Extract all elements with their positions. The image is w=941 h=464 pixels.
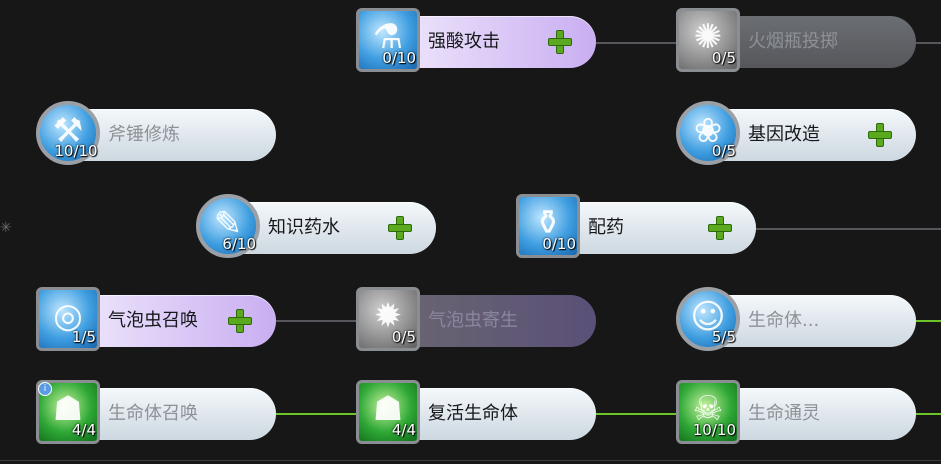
skill-node-revive[interactable]: ☗ 4/4 复活生命体 — [356, 380, 596, 448]
skill-node-spirit[interactable]: ☠ 10/10 生命通灵 — [676, 380, 916, 448]
skill-level: 0/10 — [542, 235, 576, 253]
plus-icon[interactable] — [388, 216, 412, 240]
gear-icon: ✳ — [0, 220, 12, 236]
skill-name: 火烟瓶投掷 — [748, 31, 838, 52]
skill-level: 4/4 — [391, 421, 416, 439]
skill-node-summon-life[interactable]: ☗ i 4/4 生命体召唤 — [36, 380, 276, 448]
skill-level: 5/5 — [711, 328, 736, 346]
skill-node-gene[interactable]: ❀ 0/5 基因改造 — [676, 101, 916, 169]
skill-name: 斧锤修炼 — [108, 124, 180, 145]
plus-icon[interactable] — [708, 216, 732, 240]
skill-level: 0/5 — [391, 328, 416, 346]
connector — [916, 320, 941, 322]
connector — [276, 413, 360, 415]
skill-level: 0/10 — [382, 49, 416, 67]
skill-level: 0/5 — [711, 49, 736, 67]
connector — [916, 413, 941, 415]
connector — [596, 42, 680, 44]
skill-node-fire-bottle[interactable]: ✺ 0/5 火烟瓶投掷 — [676, 8, 916, 76]
plus-icon[interactable] — [548, 30, 572, 54]
skill-name: 气泡虫召唤 — [108, 310, 198, 331]
plus-icon[interactable] — [868, 123, 892, 147]
skill-node-lifeform[interactable]: ☺ 5/5 生命体... — [676, 287, 916, 355]
connector — [276, 320, 360, 322]
skill-level: 4/4 — [71, 421, 96, 439]
skill-level: 10/10 — [692, 421, 736, 439]
skill-node-parasite[interactable]: ✹ 0/5 气泡虫寄生 — [356, 287, 596, 355]
skill-level: 6/10 — [222, 235, 256, 253]
skill-name: 知识药水 — [268, 217, 340, 238]
skill-node-hammer[interactable]: ⚒ 10/10 斧锤修炼 — [36, 101, 276, 169]
connector — [596, 413, 680, 415]
skill-node-mix[interactable]: ⚱ 0/10 配药 — [516, 194, 756, 262]
divider — [0, 460, 941, 461]
skill-name: 生命体召唤 — [108, 403, 198, 424]
skill-node-bubble[interactable]: ◎ 1/5 气泡虫召唤 — [36, 287, 276, 355]
skill-name: 配药 — [588, 217, 624, 238]
skill-node-knowledge[interactable]: ✎ 6/10 知识药水 — [196, 194, 436, 262]
skill-name: 强酸攻击 — [428, 31, 500, 52]
skill-level: 1/5 — [71, 328, 96, 346]
connector — [756, 228, 941, 230]
skill-name: 生命通灵 — [748, 403, 820, 424]
skill-level: 0/5 — [711, 142, 736, 160]
connector — [916, 42, 941, 44]
skill-node-acid[interactable]: ⚗ 0/10 强酸攻击 — [356, 8, 596, 76]
plus-icon[interactable] — [228, 309, 252, 333]
skill-level: 10/10 — [54, 142, 98, 160]
skill-name: 复活生命体 — [428, 403, 518, 424]
skill-name: 基因改造 — [748, 124, 820, 145]
skill-name: 生命体... — [748, 310, 820, 331]
info-icon[interactable]: i — [38, 382, 52, 396]
skill-name: 气泡虫寄生 — [428, 310, 518, 331]
